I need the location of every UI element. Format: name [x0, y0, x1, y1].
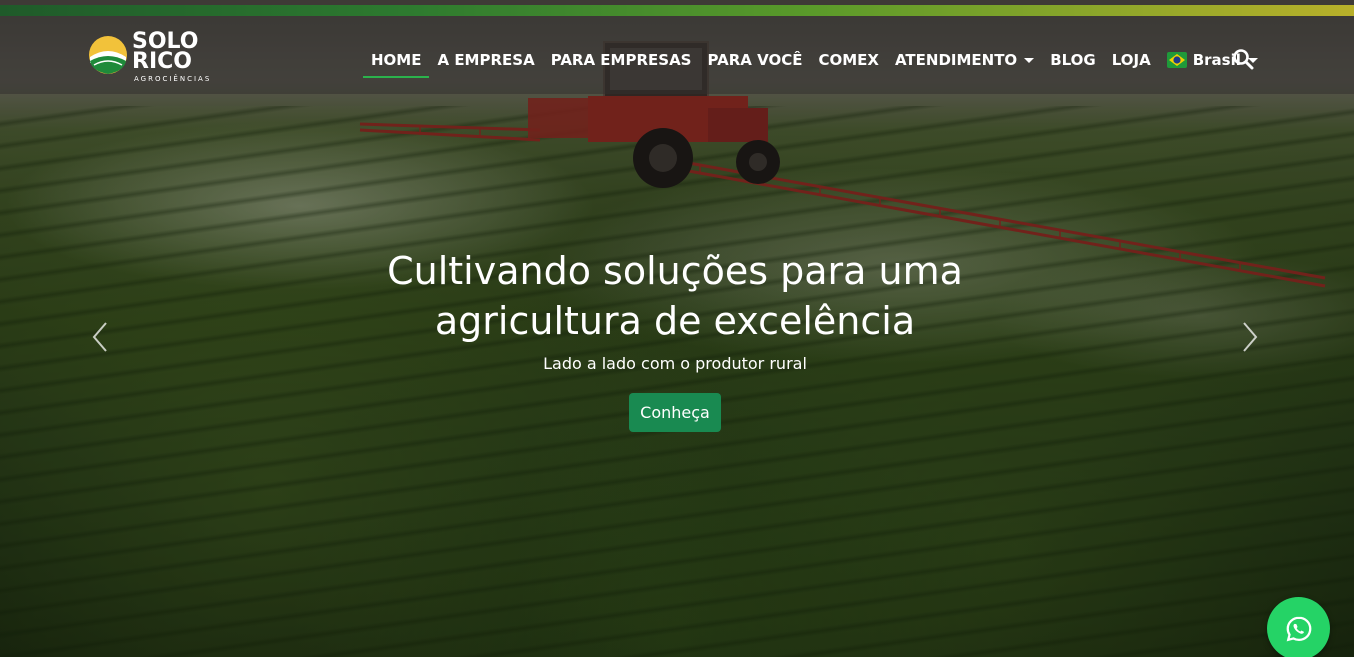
page: SOLO RICO AGROCIÊNCIAS HOME A EMPRESA PA…: [0, 0, 1354, 667]
main-nav: HOME A EMPRESA PARA EMPRESAS PARA VOCÊ C…: [363, 48, 1266, 78]
nav-comex[interactable]: COMEX: [810, 48, 887, 72]
hero-title-line-1: Cultivando soluções para uma: [387, 249, 963, 293]
nav-para-empresas[interactable]: PARA EMPRESAS: [543, 48, 700, 72]
nav-a-empresa-label: A EMPRESA: [437, 51, 535, 69]
chevron-down-icon: [1024, 57, 1035, 63]
nav-blog-label: BLOG: [1050, 51, 1096, 69]
brazil-flag-icon: [1166, 52, 1187, 68]
hero-subtitle: Lado a lado com o produtor rural: [543, 354, 807, 373]
nav-para-empresas-label: PARA EMPRESAS: [550, 51, 692, 69]
nav-para-voce-label: PARA VOCÊ: [707, 51, 803, 69]
top-accent-bar: [0, 5, 1354, 16]
whatsapp-icon: [1286, 616, 1311, 641]
nav-atendimento-label: ATENDIMENTO: [894, 51, 1018, 69]
conheca-button[interactable]: Conheça: [629, 393, 721, 432]
logo-icon: [89, 36, 127, 74]
nav-comex-label: COMEX: [818, 51, 879, 69]
nav-para-voce[interactable]: PARA VOCÊ: [700, 48, 811, 72]
whatsapp-button[interactable]: [1267, 597, 1330, 660]
nav-blog[interactable]: BLOG: [1042, 48, 1104, 72]
logo[interactable]: SOLO RICO AGROCIÊNCIAS: [88, 31, 218, 86]
logo-wordmark: SOLO RICO: [132, 31, 198, 74]
nav-loja-label: LOJA: [1111, 51, 1151, 69]
nav-a-empresa[interactable]: A EMPRESA: [429, 48, 542, 72]
logo-line-2: RICO: [132, 49, 192, 74]
logo-tagline: AGROCIÊNCIAS: [134, 75, 212, 83]
nav-atendimento[interactable]: ATENDIMENTO: [887, 48, 1042, 72]
nav-home[interactable]: HOME: [363, 48, 430, 78]
hero-title: Cultivando soluções para uma agricultura…: [310, 246, 1040, 346]
page-bottom-edge: [0, 657, 1354, 667]
nav-loja[interactable]: LOJA: [1104, 48, 1159, 72]
hero-title-line-2: agricultura de excelência: [434, 299, 916, 343]
nav-home-label: HOME: [371, 51, 422, 69]
chevron-right-icon[interactable]: [1236, 317, 1262, 357]
search-icon[interactable]: [1232, 48, 1254, 70]
chevron-left-icon[interactable]: [88, 317, 114, 357]
